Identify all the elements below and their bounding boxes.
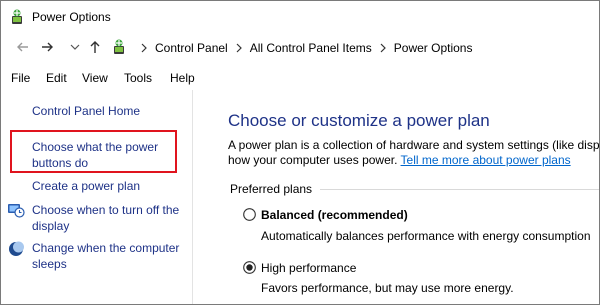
title-bar: Power Options — [1, 1, 599, 34]
monitor-clock-icon — [8, 204, 25, 218]
menu-help[interactable]: Help — [170, 71, 195, 85]
left-navigation-pane: Control Panel Home Choose what the power… — [1, 90, 191, 304]
breadcrumb-separator-icon[interactable] — [235, 43, 243, 53]
power-options-icon — [12, 9, 22, 24]
tell-me-more-link[interactable]: Tell me more about power plans — [401, 153, 571, 167]
navigation-bar: Control Panel All Control Panel Items Po… — [1, 35, 599, 61]
breadcrumb-separator-icon[interactable] — [140, 43, 148, 53]
up-arrow-icon[interactable] — [87, 39, 103, 55]
power-options-address-icon — [114, 39, 124, 54]
menu-tools[interactable]: Tools — [124, 71, 152, 85]
breadcrumb-separator-icon[interactable] — [379, 43, 387, 53]
description-line-1: A power plan is a collection of hardware… — [228, 138, 599, 152]
computer-sleeps-link[interactable]: Change when the computer sleeps — [32, 240, 187, 272]
control-panel-home-link[interactable]: Control Panel Home — [32, 104, 140, 119]
create-power-plan-link[interactable]: Create a power plan — [32, 178, 187, 194]
back-arrow-icon[interactable] — [15, 39, 31, 55]
turn-off-display-link[interactable]: Choose when to turn off the display — [32, 202, 187, 234]
breadcrumb: Control Panel All Control Panel Items Po… — [133, 41, 472, 55]
forward-arrow-icon[interactable] — [39, 39, 55, 55]
window-title: Power Options — [32, 10, 111, 24]
balanced-plan-description: Automatically balances performance with … — [261, 229, 591, 243]
menu-file[interactable]: File — [11, 71, 30, 85]
balanced-plan-name[interactable]: Balanced (recommended) — [261, 208, 408, 222]
description: A power plan is a collection of hardware… — [228, 138, 599, 168]
preferred-plans-label: Preferred plans — [230, 182, 313, 196]
page-title: Choose or customize a power plan — [228, 111, 490, 130]
group-divider — [320, 189, 599, 190]
high-performance-radio[interactable] — [243, 261, 256, 274]
high-performance-plan-name[interactable]: High performance — [261, 261, 356, 275]
description-line-2: how your computer uses power. — [228, 153, 401, 167]
menu-bar: File Edit View Tools Help — [1, 65, 599, 89]
high-performance-plan-description: Favors performance, but may use more ene… — [261, 281, 514, 295]
balanced-radio[interactable] — [243, 208, 256, 221]
breadcrumb-all-items[interactable]: All Control Panel Items — [250, 41, 372, 55]
window: Power Options Control Panel All Control … — [0, 0, 600, 305]
main-content: Choose or customize a power plan A power… — [193, 90, 599, 304]
menu-view[interactable]: View — [82, 71, 108, 85]
power-buttons-link[interactable]: Choose what the power buttons do — [32, 139, 187, 171]
moon-icon — [9, 241, 24, 256]
recent-locations-chevron-icon[interactable] — [67, 39, 83, 55]
breadcrumb-control-panel[interactable]: Control Panel — [155, 41, 228, 55]
menu-edit[interactable]: Edit — [46, 71, 67, 85]
breadcrumb-power-options[interactable]: Power Options — [394, 41, 473, 55]
